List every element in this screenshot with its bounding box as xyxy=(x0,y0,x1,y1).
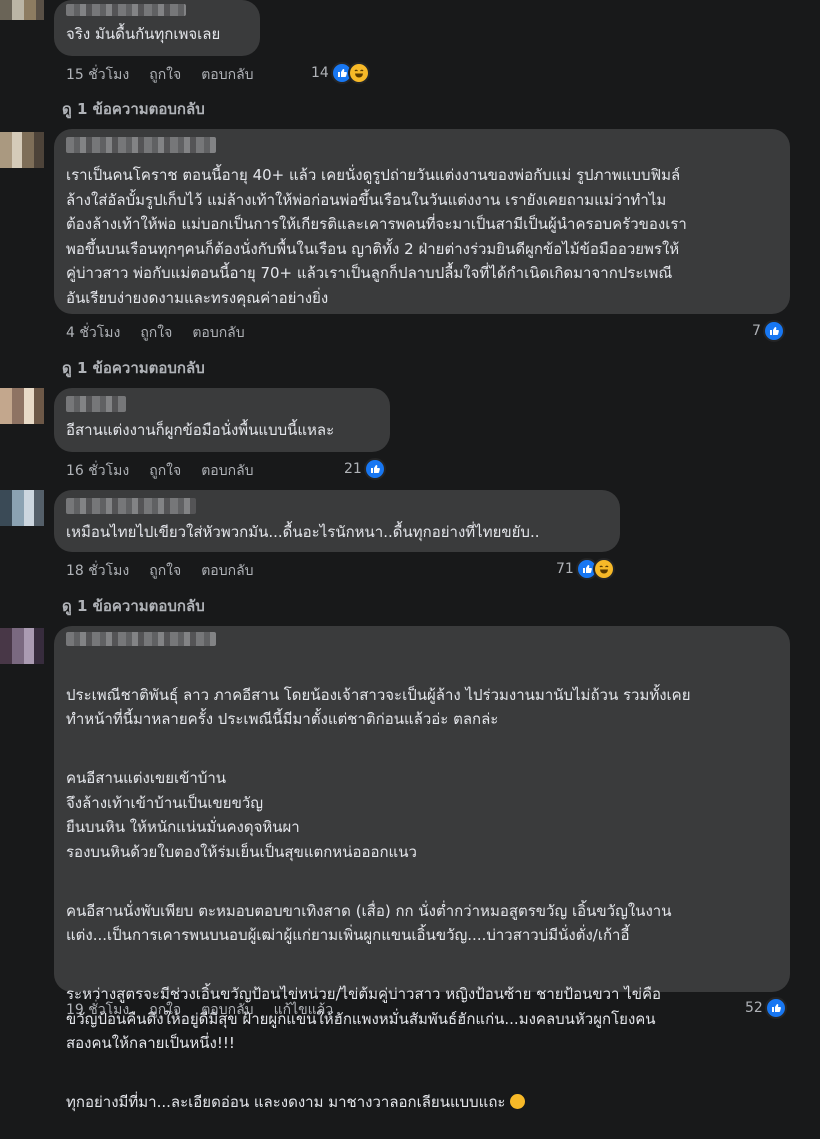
comment-text: เหมือนไทยไปเขียวใส่หัวพวกมัน...ดื้นอะไรน… xyxy=(66,523,540,541)
like-button[interactable]: ถูกใจ xyxy=(149,460,181,482)
reaction-count: 14 xyxy=(311,65,329,81)
comment-time[interactable]: 19 ชั่วโมง xyxy=(66,999,129,1021)
avatar[interactable] xyxy=(0,628,44,664)
comment-paragraph: ทุกอย่างมีที่มา...ละเอียดอ่อน และงดงาม ม… xyxy=(66,1090,778,1115)
commenter-name[interactable] xyxy=(66,396,126,412)
reply-button[interactable]: ตอบกลับ xyxy=(192,322,244,344)
comment-actions: 15 ชั่วโมง ถูกใจ ตอบกลับ xyxy=(66,64,254,86)
like-icon xyxy=(762,320,785,342)
comment-text: จริง มันดื้นกันทุกเพจเลย xyxy=(66,25,221,43)
smile-emoji-icon xyxy=(510,1094,526,1109)
comment-actions: 4 ชั่วโมง ถูกใจ ตอบกลับ xyxy=(66,322,245,344)
comment-time[interactable]: 4 ชั่วโมง xyxy=(66,322,120,344)
comment-text: ประเพณีชาติพันธุ์ ลาว ภาคอีสาน โดยน้องเจ… xyxy=(66,658,778,1139)
commenter-name[interactable] xyxy=(66,632,216,646)
reply-button[interactable]: ตอบกลับ xyxy=(201,999,253,1021)
comment-bubble: จริง มันดื้นกันทุกเพจเลย xyxy=(54,0,260,56)
like-button[interactable]: ถูกใจ xyxy=(140,322,172,344)
reply-button[interactable]: ตอบกลับ xyxy=(201,460,253,482)
commenter-name[interactable] xyxy=(66,498,196,514)
reaction-summary[interactable]: 14 xyxy=(311,62,370,84)
haha-icon xyxy=(347,62,370,84)
comment-paragraph: ประเพณีชาติพันธุ์ ลาว ภาคอีสาน โดยน้องเจ… xyxy=(66,685,691,729)
comment-paragraph: คนอีสานนั่งพับเพียบ ตะหมอบตอบขาเทิงสาด (… xyxy=(66,901,672,945)
like-button[interactable]: ถูกใจ xyxy=(149,560,181,582)
view-replies-link[interactable]: ดู 1 ข้อความตอบกลับ xyxy=(62,356,205,380)
reply-button[interactable]: ตอบกลับ xyxy=(201,64,253,86)
comment-bubble: เหมือนไทยไปเขียวใส่หัวพวกมัน...ดื้นอะไรน… xyxy=(54,490,620,552)
like-icon xyxy=(764,997,787,1019)
comment-paragraph: คนอีสานแต่งเขยเข้าบ้าน จึงล้างเท้าเข้าบ้… xyxy=(66,769,417,861)
reaction-summary[interactable]: 7 xyxy=(752,320,785,342)
comment-text: อีสานแต่งงานก็ผูกข้อมือนั่งพื้นแบบนี้แหล… xyxy=(66,421,335,439)
comment-actions: 19 ชั่วโมง ถูกใจ ตอบกลับ แก้ไขแล้ว xyxy=(66,999,333,1021)
comment-actions: 18 ชั่วโมง ถูกใจ ตอบกลับ xyxy=(66,560,254,582)
reaction-count: 21 xyxy=(344,461,362,477)
reaction-summary[interactable]: 52 xyxy=(745,997,787,1019)
reaction-count: 71 xyxy=(556,561,574,577)
comment-actions: 16 ชั่วโมง ถูกใจ ตอบกลับ xyxy=(66,460,254,482)
comment-text: เราเป็นคนโคราช ตอนนี้อายุ 40+ แล้ว เคยนั… xyxy=(66,166,687,307)
avatar[interactable] xyxy=(0,0,44,20)
comment-paragraph-text: ทุกอย่างมีที่มา...ละเอียดอ่อน และงดงาม ม… xyxy=(66,1093,506,1111)
haha-icon xyxy=(592,558,615,580)
comment-time[interactable]: 16 ชั่วโมง xyxy=(66,460,129,482)
view-replies-link[interactable]: ดู 1 ข้อความตอบกลับ xyxy=(62,594,205,618)
comment-bubble: อีสานแต่งงานก็ผูกข้อมือนั่งพื้นแบบนี้แหล… xyxy=(54,388,390,452)
avatar[interactable] xyxy=(0,388,44,424)
avatar[interactable] xyxy=(0,132,44,168)
edited-label[interactable]: แก้ไขแล้ว xyxy=(274,999,334,1021)
like-button[interactable]: ถูกใจ xyxy=(149,999,181,1021)
reaction-summary[interactable]: 71 xyxy=(556,558,615,580)
comment-bubble: เราเป็นคนโคราช ตอนนี้อายุ 40+ แล้ว เคยนั… xyxy=(54,129,790,314)
commenter-name[interactable] xyxy=(66,4,186,16)
like-button[interactable]: ถูกใจ xyxy=(149,64,181,86)
comment-bubble: ประเพณีชาติพันธุ์ ลาว ภาคอีสาน โดยน้องเจ… xyxy=(54,626,790,1111)
comment-time[interactable]: 15 ชั่วโมง xyxy=(66,64,129,86)
commenter-name[interactable] xyxy=(66,137,216,153)
reaction-summary[interactable]: 21 xyxy=(344,458,386,480)
reply-button[interactable]: ตอบกลับ xyxy=(201,560,253,582)
comment-time[interactable]: 18 ชั่วโมง xyxy=(66,560,129,582)
like-icon xyxy=(363,458,386,480)
avatar[interactable] xyxy=(0,490,44,526)
reaction-count: 7 xyxy=(752,323,761,339)
view-replies-link[interactable]: ดู 1 ข้อความตอบกลับ xyxy=(62,97,205,121)
reaction-count: 52 xyxy=(745,1000,763,1016)
